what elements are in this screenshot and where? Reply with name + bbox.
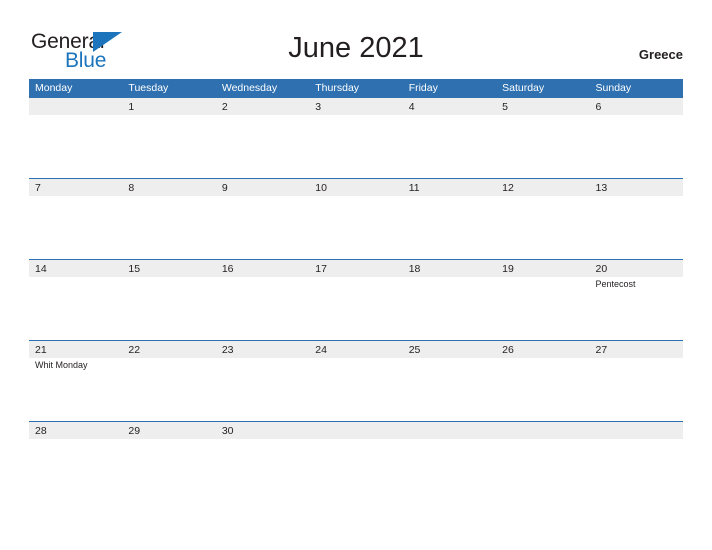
day-number: 4 bbox=[408, 101, 415, 113]
day-cell[interactable]: 30 bbox=[216, 422, 309, 502]
day-event: Whit Monday bbox=[35, 360, 88, 370]
day-cell[interactable] bbox=[403, 422, 496, 502]
day-cell[interactable] bbox=[496, 422, 589, 502]
country-label: Greece bbox=[638, 47, 683, 62]
day-number: 24 bbox=[315, 344, 327, 356]
day-cell[interactable]: 7 bbox=[29, 179, 122, 259]
day-number: 26 bbox=[502, 344, 514, 356]
weekday-header-thursday: Thursday bbox=[315, 82, 360, 94]
day-number: 29 bbox=[128, 425, 141, 437]
weekday-header-monday: Monday bbox=[35, 82, 73, 94]
day-number: 18 bbox=[408, 263, 421, 275]
day-number: 20 bbox=[595, 263, 608, 275]
day-cell[interactable]: 3 bbox=[309, 98, 402, 178]
day-cell[interactable]: 4 bbox=[403, 98, 496, 178]
day-number: 5 bbox=[502, 101, 508, 113]
calendar-grid: Monday Tuesday Wednesday Thursday Friday… bbox=[29, 79, 683, 502]
day-number: 12 bbox=[502, 182, 514, 194]
day-number: 28 bbox=[35, 425, 47, 437]
day-number: 9 bbox=[221, 182, 228, 194]
day-cell[interactable]: 13 bbox=[590, 179, 683, 259]
day-cell[interactable] bbox=[309, 422, 402, 502]
day-number: 22 bbox=[128, 344, 141, 356]
page-title: June 2021 bbox=[288, 32, 424, 64]
day-cell[interactable]: 2 bbox=[216, 98, 309, 178]
day-cell[interactable] bbox=[29, 98, 122, 178]
page-header: General Blue June 2021 Greece bbox=[0, 0, 712, 78]
day-cell[interactable]: 20 Pentecost bbox=[590, 260, 683, 340]
day-cell[interactable]: 17 bbox=[309, 260, 402, 340]
day-cell[interactable]: 21 Whit Monday bbox=[29, 341, 122, 421]
day-cell[interactable]: 27 bbox=[590, 341, 683, 421]
day-number: 19 bbox=[502, 263, 514, 275]
day-cell[interactable]: 28 bbox=[29, 422, 122, 502]
day-cell[interactable]: 16 bbox=[216, 260, 309, 340]
day-number: 21 bbox=[35, 344, 47, 356]
day-cell[interactable]: 15 bbox=[122, 260, 215, 340]
weekday-header-friday: Friday bbox=[408, 82, 438, 94]
day-number: 30 bbox=[221, 425, 234, 437]
day-number: 6 bbox=[595, 101, 602, 113]
day-cell[interactable]: 5 bbox=[496, 98, 589, 178]
day-number: 15 bbox=[128, 263, 141, 275]
week-row: 1 2 3 4 5 6 bbox=[29, 97, 683, 178]
day-number: 27 bbox=[595, 344, 608, 356]
day-number: 14 bbox=[35, 263, 47, 275]
day-number: 25 bbox=[408, 344, 421, 356]
day-event: Pentecost bbox=[595, 279, 636, 289]
day-cell[interactable]: 25 bbox=[403, 341, 496, 421]
day-cell[interactable]: 14 bbox=[29, 260, 122, 340]
day-number: 10 bbox=[315, 182, 327, 194]
day-cell[interactable]: 8 bbox=[122, 179, 215, 259]
day-number: 11 bbox=[408, 182, 420, 194]
day-cell[interactable]: 22 bbox=[122, 341, 215, 421]
day-number: 23 bbox=[221, 344, 234, 356]
day-cell[interactable]: 9 bbox=[216, 179, 309, 259]
day-cell[interactable]: 11 bbox=[403, 179, 496, 259]
day-cell[interactable]: 26 bbox=[496, 341, 589, 421]
day-number: 16 bbox=[221, 263, 234, 275]
day-number: 7 bbox=[35, 182, 41, 194]
day-number: 13 bbox=[595, 182, 608, 194]
day-cell[interactable]: 23 bbox=[216, 341, 309, 421]
week-row: 14 15 16 17 18 19 20 Pentecost bbox=[29, 259, 683, 340]
day-cell[interactable]: 24 bbox=[309, 341, 402, 421]
day-cell[interactable]: 19 bbox=[496, 260, 589, 340]
weekday-header-wednesday: Wednesday bbox=[221, 82, 278, 94]
day-cell[interactable]: 18 bbox=[403, 260, 496, 340]
weekday-header-tuesday: Tuesday bbox=[128, 82, 169, 94]
day-number: 8 bbox=[128, 182, 135, 194]
week-row: 7 8 9 10 11 12 13 bbox=[29, 178, 683, 259]
weekday-header-saturday: Saturday bbox=[502, 82, 545, 94]
day-cell[interactable]: 6 bbox=[590, 98, 683, 178]
day-number: 17 bbox=[315, 263, 327, 275]
day-cell[interactable]: 10 bbox=[309, 179, 402, 259]
week-row: 28 29 30 bbox=[29, 421, 683, 502]
weekday-header-sunday: Sunday bbox=[595, 82, 632, 94]
day-cell[interactable]: 1 bbox=[122, 98, 215, 178]
day-number: 1 bbox=[128, 101, 135, 113]
day-number: 3 bbox=[315, 101, 322, 113]
week-row: 21 Whit Monday 22 23 24 25 26 27 bbox=[29, 340, 683, 421]
day-cell[interactable]: 29 bbox=[122, 422, 215, 502]
day-number: 2 bbox=[221, 101, 228, 113]
day-cell[interactable]: 12 bbox=[496, 179, 589, 259]
day-cell[interactable] bbox=[590, 422, 683, 502]
weekday-header-row: Monday Tuesday Wednesday Thursday Friday… bbox=[29, 79, 683, 97]
